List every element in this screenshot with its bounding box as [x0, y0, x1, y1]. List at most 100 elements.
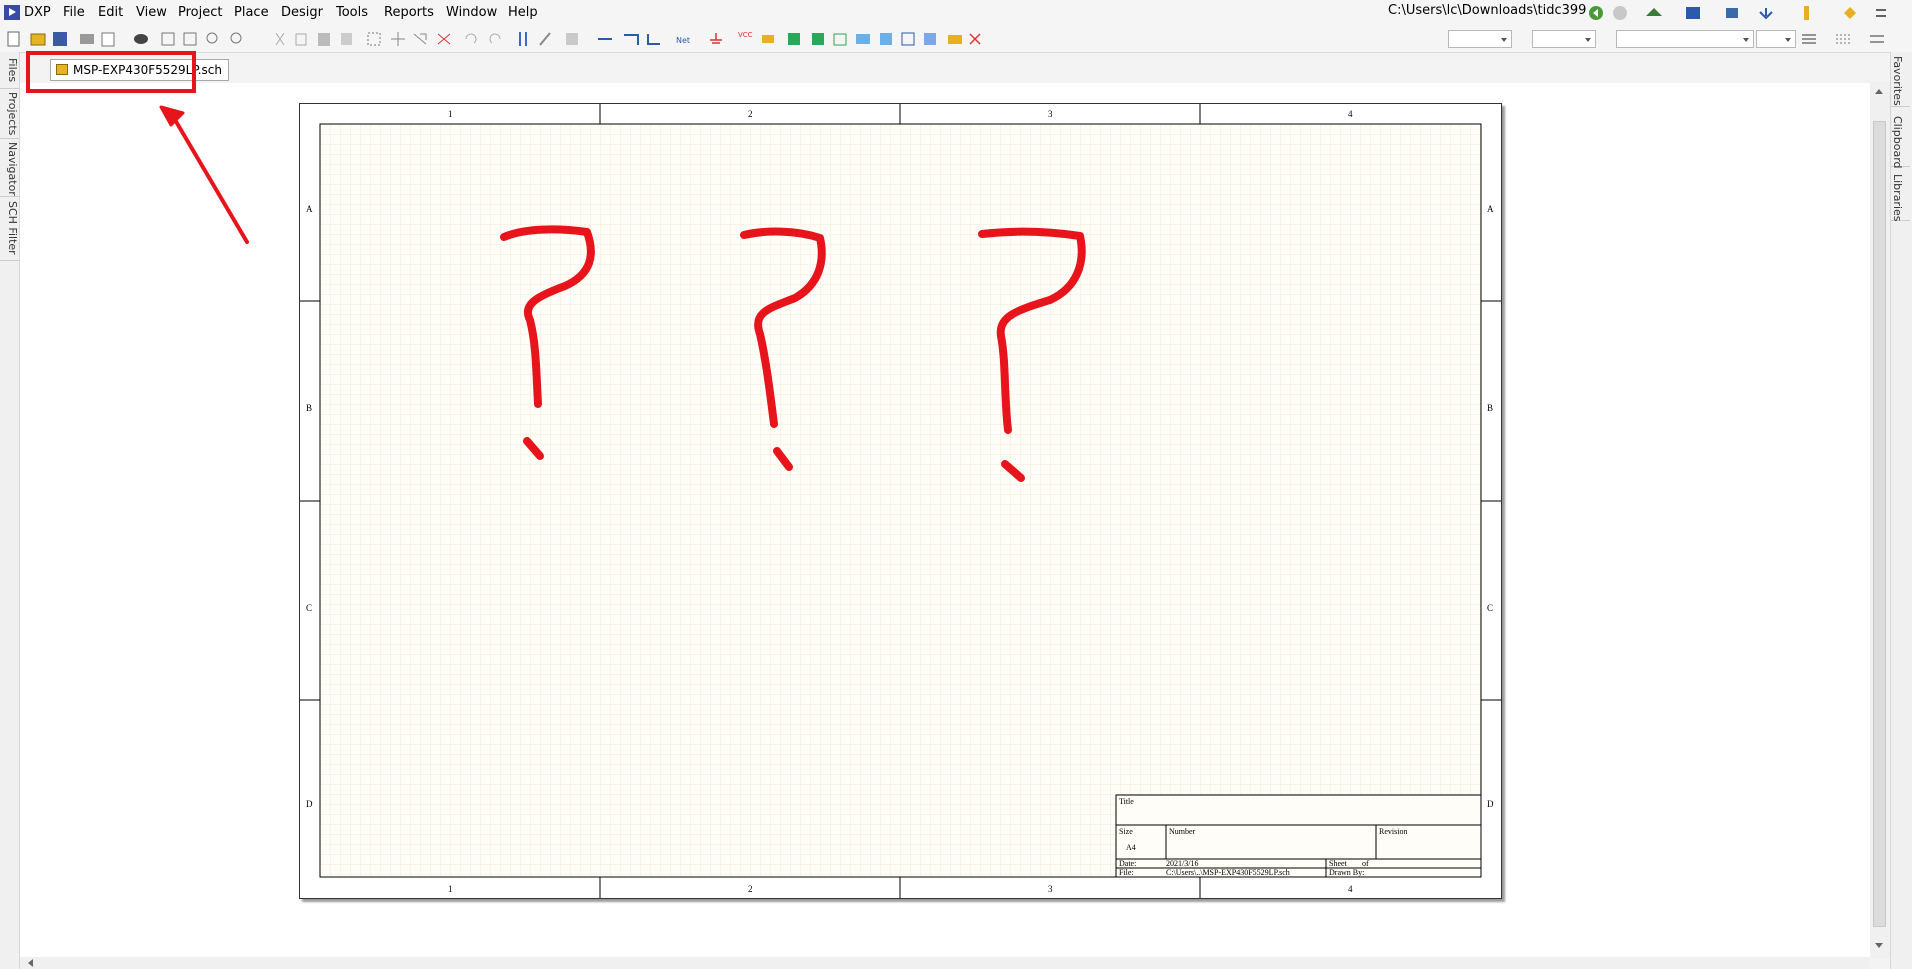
- highlight-box: [26, 51, 196, 93]
- column-label: 1: [448, 109, 453, 119]
- schematic-toolbar: Net VCC: [0, 26, 1912, 53]
- vertical-scroll-thumb[interactable]: [1873, 121, 1886, 927]
- open-icon: [30, 33, 46, 46]
- zoom-selected-icon: [206, 32, 218, 44]
- right-side-panel: Favorites Clipboard Libraries: [1890, 52, 1912, 969]
- row-label: C: [1487, 603, 1493, 613]
- layout-icon: [1726, 8, 1738, 18]
- print-preview-icon: [101, 32, 115, 47]
- select-area-icon: [367, 32, 381, 46]
- pencil-icon: [539, 32, 551, 46]
- document-tab-bar: MSP-EXP430F5529LP.sch: [20, 53, 1890, 83]
- directive-icon: [901, 32, 915, 46]
- place-part-icon: [762, 35, 774, 43]
- clear-icon: [437, 33, 451, 45]
- menu-project[interactable]: Project: [178, 5, 222, 20]
- select-icon: [413, 33, 427, 45]
- column-label: 1: [448, 884, 453, 894]
- navigation-toolbar: [1589, 6, 1886, 20]
- vertical-scrollbar[interactable]: [1870, 83, 1890, 957]
- row-label: D: [306, 799, 313, 809]
- pin-icon: [1804, 6, 1809, 20]
- filter-select-2[interactable]: [1532, 30, 1596, 48]
- layers-icon: [134, 34, 148, 44]
- menu-reports[interactable]: Reports: [384, 5, 434, 20]
- paste-icon: [318, 33, 330, 46]
- filter-select-1[interactable]: [1448, 30, 1512, 48]
- row-label: B: [1487, 403, 1493, 413]
- menu-dxp[interactable]: DXP: [24, 5, 51, 20]
- tab-favorites[interactable]: Favorites: [1891, 52, 1910, 107]
- new-icon: [7, 31, 20, 47]
- sheet-symbol-icon: [788, 33, 800, 45]
- zoom-fit-icon: [161, 32, 175, 46]
- filter-select-4[interactable]: [1756, 30, 1796, 48]
- project-path[interactable]: C:\Users\lc\Downloads\tidc399: [1388, 3, 1586, 18]
- zoom-dropdown-icon: [230, 32, 242, 44]
- tab-clipboard[interactable]: Clipboard: [1891, 112, 1910, 169]
- menu-window[interactable]: Window: [446, 5, 497, 20]
- schematic-sheet[interactable]: 1 2 3 4 1 2 3 4 A B C D A B C D Title Si…: [299, 103, 1502, 899]
- sheet-drawing: 1 2 3 4 1 2 3 4 A B C D A B C D Title Si…: [300, 104, 1501, 898]
- dxp-logo-icon[interactable]: [4, 5, 20, 20]
- date-label: Date:: [1119, 859, 1136, 868]
- forward-icon: [1613, 6, 1627, 20]
- cross-probe-icon: [519, 32, 527, 46]
- column-label: 2: [748, 109, 753, 119]
- tab-navigator[interactable]: Navigator: [0, 138, 19, 197]
- vcc-port-icon: VCC: [738, 31, 753, 39]
- file-label: File:: [1119, 868, 1134, 877]
- filter-select-3[interactable]: [1616, 30, 1754, 48]
- bus-icon: [624, 34, 639, 45]
- no-connect-icon: [969, 33, 981, 45]
- print-icon: [80, 34, 94, 44]
- column-label: 3: [1048, 884, 1053, 894]
- menu-design[interactable]: Desigr: [281, 5, 323, 20]
- menu-view[interactable]: View: [136, 5, 167, 20]
- menu-edit[interactable]: Edit: [98, 5, 123, 20]
- drawn-by-label: Drawn By:: [1329, 868, 1364, 877]
- move-icon: [391, 32, 405, 46]
- arrow-head-icon: [159, 105, 185, 127]
- column-label: 4: [1348, 884, 1353, 894]
- down-arrow-icon: [1759, 8, 1773, 20]
- line-width-icon: [1802, 34, 1816, 44]
- column-label: 3: [1048, 109, 1053, 119]
- no-erc-icon: [880, 33, 892, 45]
- arrow-shaft: [169, 111, 249, 244]
- size-value: A4: [1126, 843, 1136, 852]
- copy-icon: [295, 33, 307, 46]
- file-value: C:\Users\..\MSP-EXP430F5529LP.sch: [1166, 868, 1290, 877]
- compile-icon: [948, 35, 962, 44]
- redo-icon: [489, 33, 501, 44]
- rubber-stamp-icon: [341, 33, 352, 45]
- row-label: B: [306, 403, 312, 413]
- menu-help[interactable]: Help: [508, 5, 538, 20]
- tab-sch-filter[interactable]: SCH Filter: [0, 196, 19, 261]
- bus-entry-icon: [647, 34, 660, 45]
- tab-files[interactable]: Files: [0, 52, 19, 89]
- tab-projects[interactable]: Projects: [0, 88, 19, 139]
- row-label: D: [1487, 799, 1494, 809]
- scroll-down-icon[interactable]: [1875, 943, 1883, 948]
- date-value: 2021/3/16: [1166, 859, 1198, 868]
- tab-libraries[interactable]: Libraries: [1891, 170, 1910, 222]
- menu-place[interactable]: Place: [234, 5, 269, 20]
- horizontal-scrollbar[interactable]: [20, 957, 1870, 969]
- scroll-left-icon[interactable]: [28, 959, 33, 967]
- sheet-entry-icon: [812, 33, 824, 45]
- line-style-icons[interactable]: [1800, 30, 1890, 48]
- browse-library-icon: [566, 33, 578, 45]
- undo-icon: [465, 33, 477, 44]
- toolbar-icons[interactable]: Net VCC: [0, 26, 1000, 52]
- net-label-icon: Net: [676, 36, 690, 45]
- port-icon: [856, 34, 870, 44]
- scroll-up-icon[interactable]: [1875, 89, 1883, 94]
- row-label: A: [1487, 204, 1494, 214]
- size-label: Size: [1119, 827, 1133, 836]
- menu-file[interactable]: File: [63, 5, 85, 20]
- menu-tools[interactable]: Tools: [336, 5, 368, 20]
- arrow-annotation: [159, 105, 249, 244]
- of-label: of: [1362, 859, 1369, 868]
- title-label: Title: [1119, 797, 1134, 806]
